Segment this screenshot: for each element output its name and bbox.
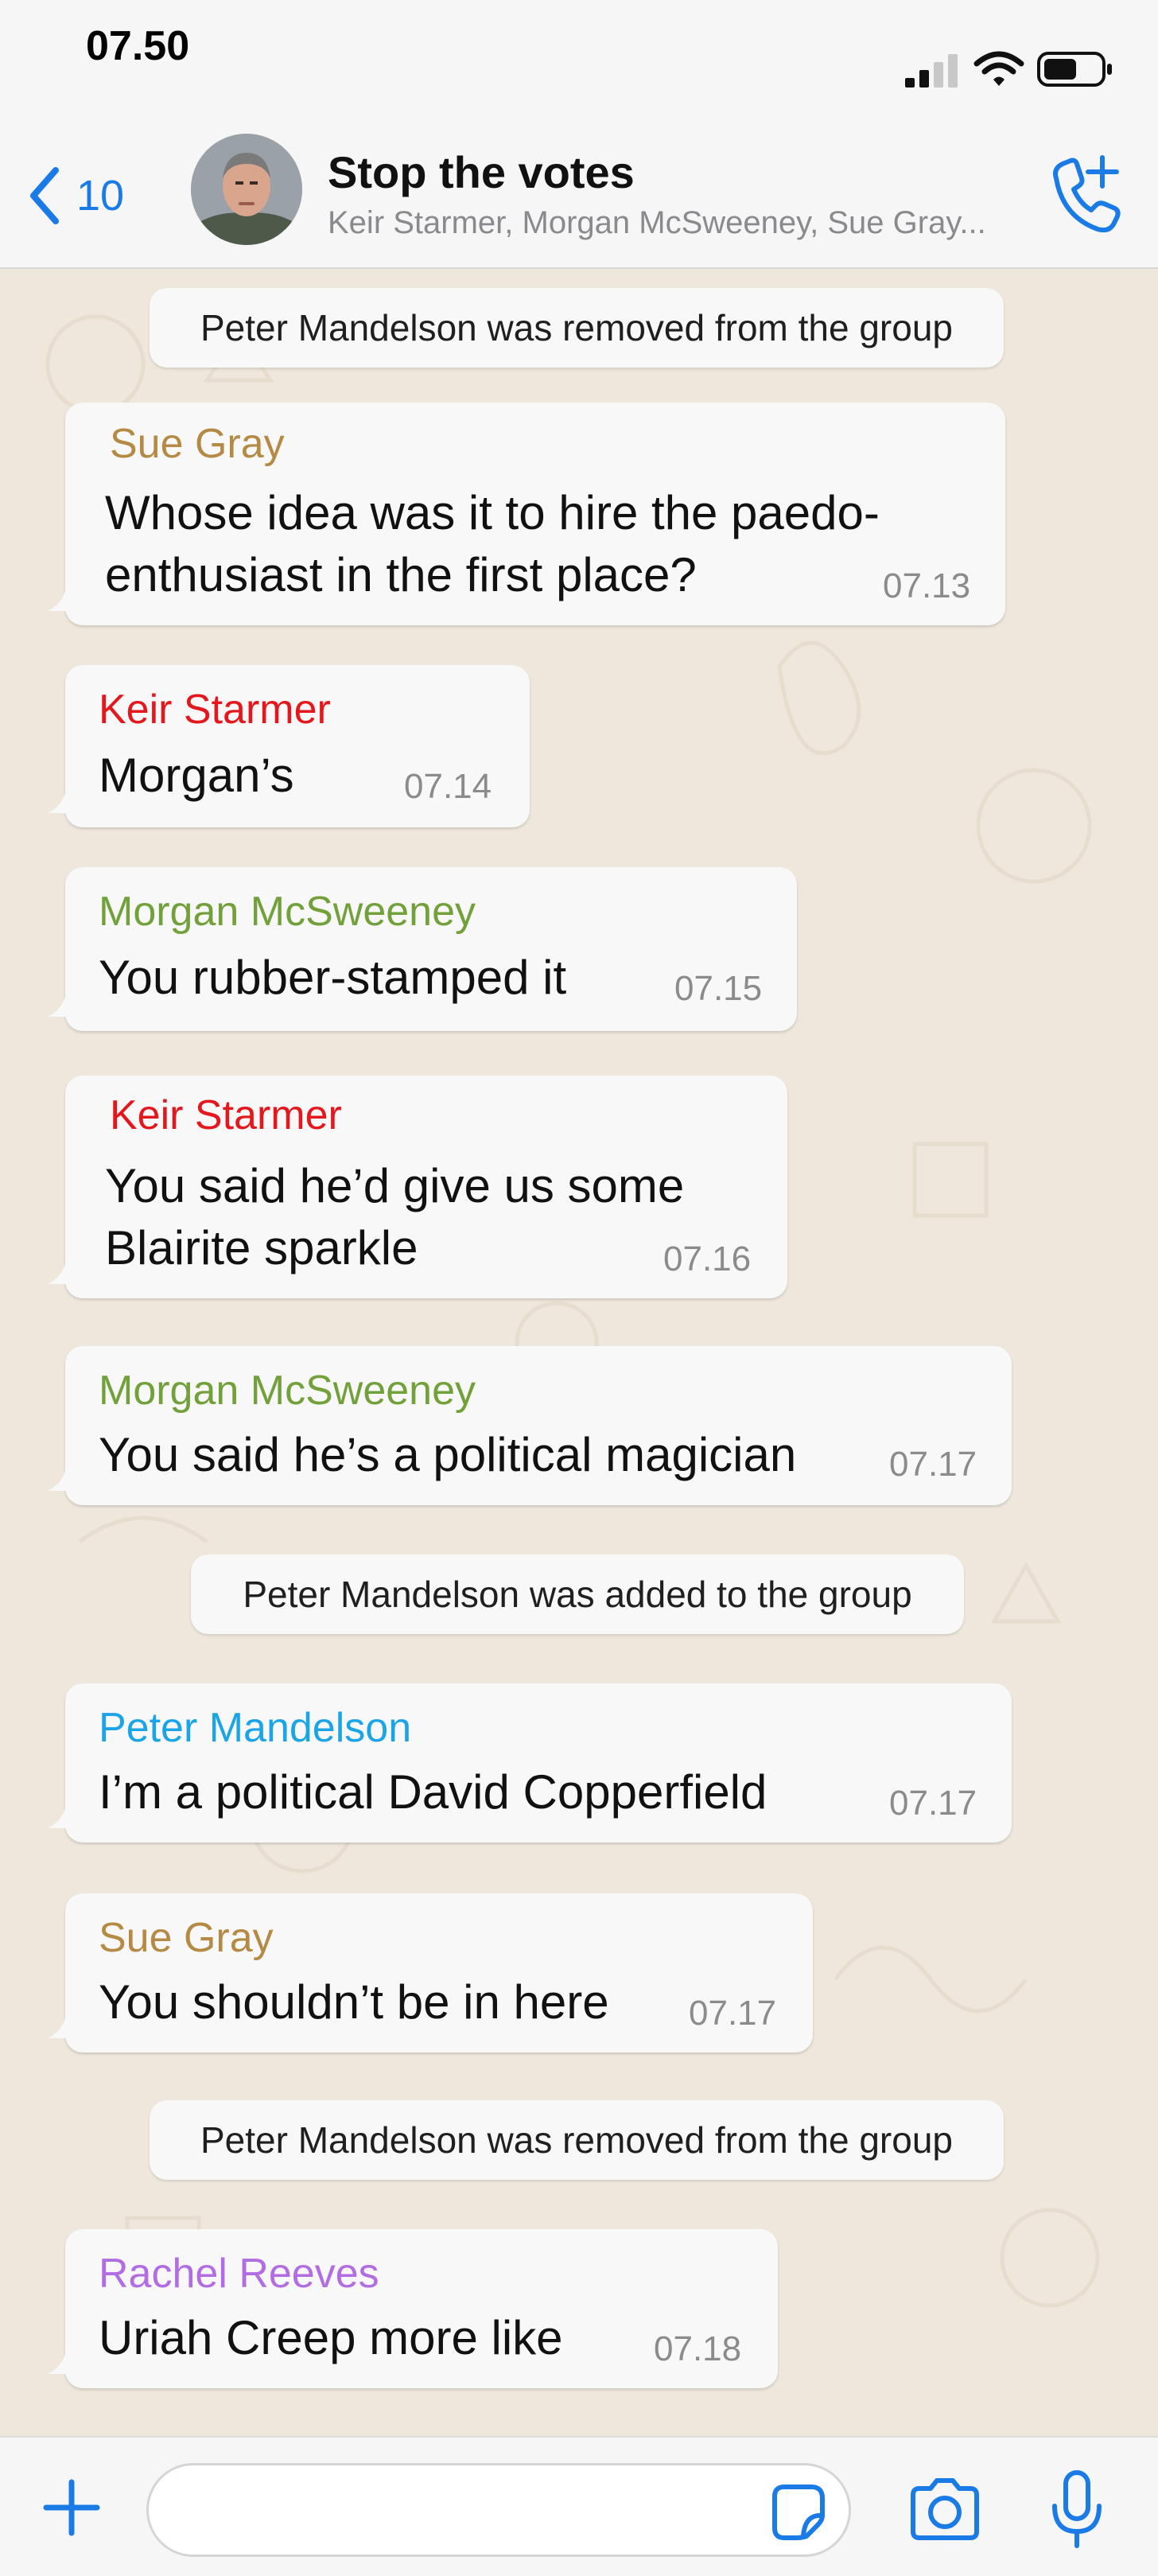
message-time: 07.16 <box>663 1239 752 1278</box>
status-time: 07.50 <box>86 23 190 69</box>
message-time: 07.17 <box>689 1994 777 2033</box>
message-sender[interactable]: Keir Starmer <box>99 686 331 733</box>
add-call-icon[interactable] <box>1039 150 1126 237</box>
avatar-image <box>191 134 302 245</box>
group-avatar[interactable] <box>191 134 302 245</box>
bubble-tail <box>48 985 80 1017</box>
message-sender[interactable]: Sue Gray <box>99 1914 274 1962</box>
camera-icon[interactable] <box>907 2476 983 2543</box>
message-text: You said he’d give us some <box>105 1159 685 1212</box>
system-message-text: Peter Mandelson was removed from the gro… <box>200 2119 954 2161</box>
message-sender[interactable]: Peter Mandelson <box>99 1704 411 1752</box>
message-text: Morgan’s <box>99 749 294 802</box>
message-bubble[interactable]: Sue Gray You shouldn’t be in here 07.17 <box>48 1893 813 2053</box>
message-text: You said he’s a political magician <box>99 1428 797 1481</box>
message-time: 07.18 <box>654 2329 742 2368</box>
bubble-tail <box>48 781 80 813</box>
message-text: enthusiast in the first place? <box>105 548 697 601</box>
bubble-tail <box>48 1459 80 1491</box>
message-sender[interactable]: Sue Gray <box>110 420 285 468</box>
system-message: Peter Mandelson was removed from the gro… <box>150 2100 1004 2180</box>
message-bubble[interactable]: Peter Mandelson I’m a political David Co… <box>48 1683 1012 1843</box>
message-sender[interactable]: Rachel Reeves <box>99 2250 379 2298</box>
message-text: Whose idea was it to hire the paedo- <box>105 486 880 539</box>
chat-area[interactable]: Peter Mandelson was removed from the gro… <box>0 269 1158 2436</box>
message-sender[interactable]: Morgan McSweeney <box>99 1367 476 1414</box>
message-text: Uriah Creep more like <box>99 2311 563 2364</box>
bubble-tail <box>48 2342 80 2374</box>
message-text: I’m a political David Copperfield <box>99 1765 767 1819</box>
message-sender[interactable]: Morgan McSweeney <box>99 888 476 936</box>
wifi-icon <box>973 51 1024 86</box>
sticker-icon[interactable] <box>767 2481 829 2543</box>
chevron-left-icon <box>30 167 59 224</box>
message-text: Blairite sparkle <box>105 1221 418 1274</box>
message-time: 07.15 <box>674 969 763 1008</box>
message-sender[interactable]: Keir Starmer <box>110 1091 342 1139</box>
group-title[interactable]: Stop the votes <box>328 146 635 198</box>
chat-header: 10 Stop the votes Keir Starmer, Morgan M… <box>0 127 1158 269</box>
bubble-tail <box>48 1252 80 1284</box>
message-input[interactable] <box>146 2463 851 2557</box>
bubble-tail <box>48 2006 80 2038</box>
group-members: Keir Starmer, Morgan McSweeney, Sue Gray… <box>328 205 986 240</box>
microphone-icon[interactable] <box>1050 2469 1104 2549</box>
system-message: Peter Mandelson was added to the group <box>191 1555 964 1634</box>
unread-count: 10 <box>76 172 125 220</box>
message-text: You rubber-stamped it <box>99 951 567 1004</box>
system-message-text: Peter Mandelson was added to the group <box>243 1574 912 1615</box>
cellular-signal-icon <box>905 54 958 88</box>
bubble-tail <box>48 579 80 611</box>
message-time: 07.17 <box>889 1784 977 1823</box>
message-bubble[interactable]: Morgan McSweeney You said he’s a politic… <box>48 1346 1012 1505</box>
message-bubble[interactable]: Sue Gray Whose idea was it to hire the p… <box>48 403 1005 625</box>
input-bar <box>0 2436 1158 2576</box>
message-time: 07.14 <box>404 767 492 806</box>
plus-icon[interactable] <box>41 2477 102 2538</box>
message-text: You shouldn’t be in here <box>99 1975 609 2029</box>
message-bubble[interactable]: Morgan McSweeney You rubber-stamped it 0… <box>48 867 797 1031</box>
back-button[interactable]: 10 <box>24 156 124 235</box>
message-bubble[interactable]: Keir Starmer You said he’d give us some … <box>48 1076 787 1298</box>
message-time: 07.13 <box>883 566 971 605</box>
bubble-tail <box>48 1796 80 1828</box>
message-bubble[interactable]: Keir Starmer Morgan’s 07.14 <box>48 665 530 827</box>
system-message: Peter Mandelson was removed from the gro… <box>150 288 1004 368</box>
battery-icon <box>1037 52 1112 87</box>
status-bar: 07.50 <box>0 0 1158 127</box>
message-time: 07.17 <box>889 1445 977 1484</box>
system-message-text: Peter Mandelson was removed from the gro… <box>200 307 954 348</box>
message-bubble[interactable]: Rachel Reeves Uriah Creep more like 07.1… <box>48 2229 778 2388</box>
